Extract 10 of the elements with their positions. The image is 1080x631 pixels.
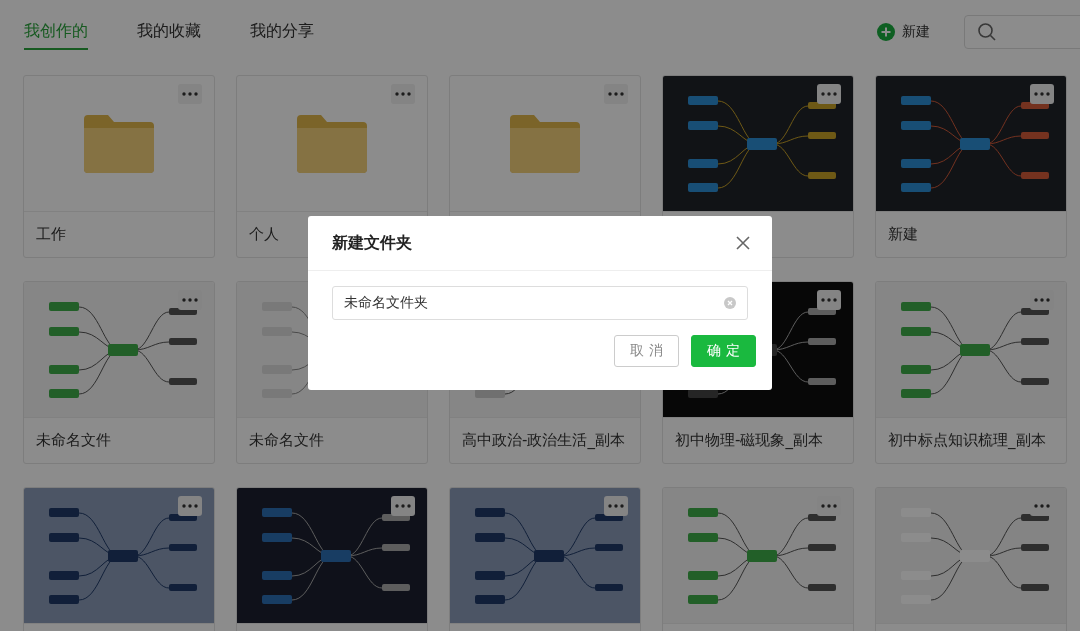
file-title: 工作 xyxy=(36,225,66,244)
file-title: 初中标点知识梳理_副本 xyxy=(888,431,1046,450)
file-title: 未命名文件 xyxy=(249,431,324,450)
file-title: 高中政治-政治生活_副本 xyxy=(462,431,625,450)
file-title: 初中物理-磁现象_副本 xyxy=(675,431,823,450)
input-value: 未命名文件夹 xyxy=(344,294,428,312)
file-title: 新建 xyxy=(888,225,918,244)
dialog-title: 新建文件夹 xyxy=(332,232,412,254)
file-title: 个人 xyxy=(249,225,279,244)
file-title: 未命名文件 xyxy=(36,431,111,450)
